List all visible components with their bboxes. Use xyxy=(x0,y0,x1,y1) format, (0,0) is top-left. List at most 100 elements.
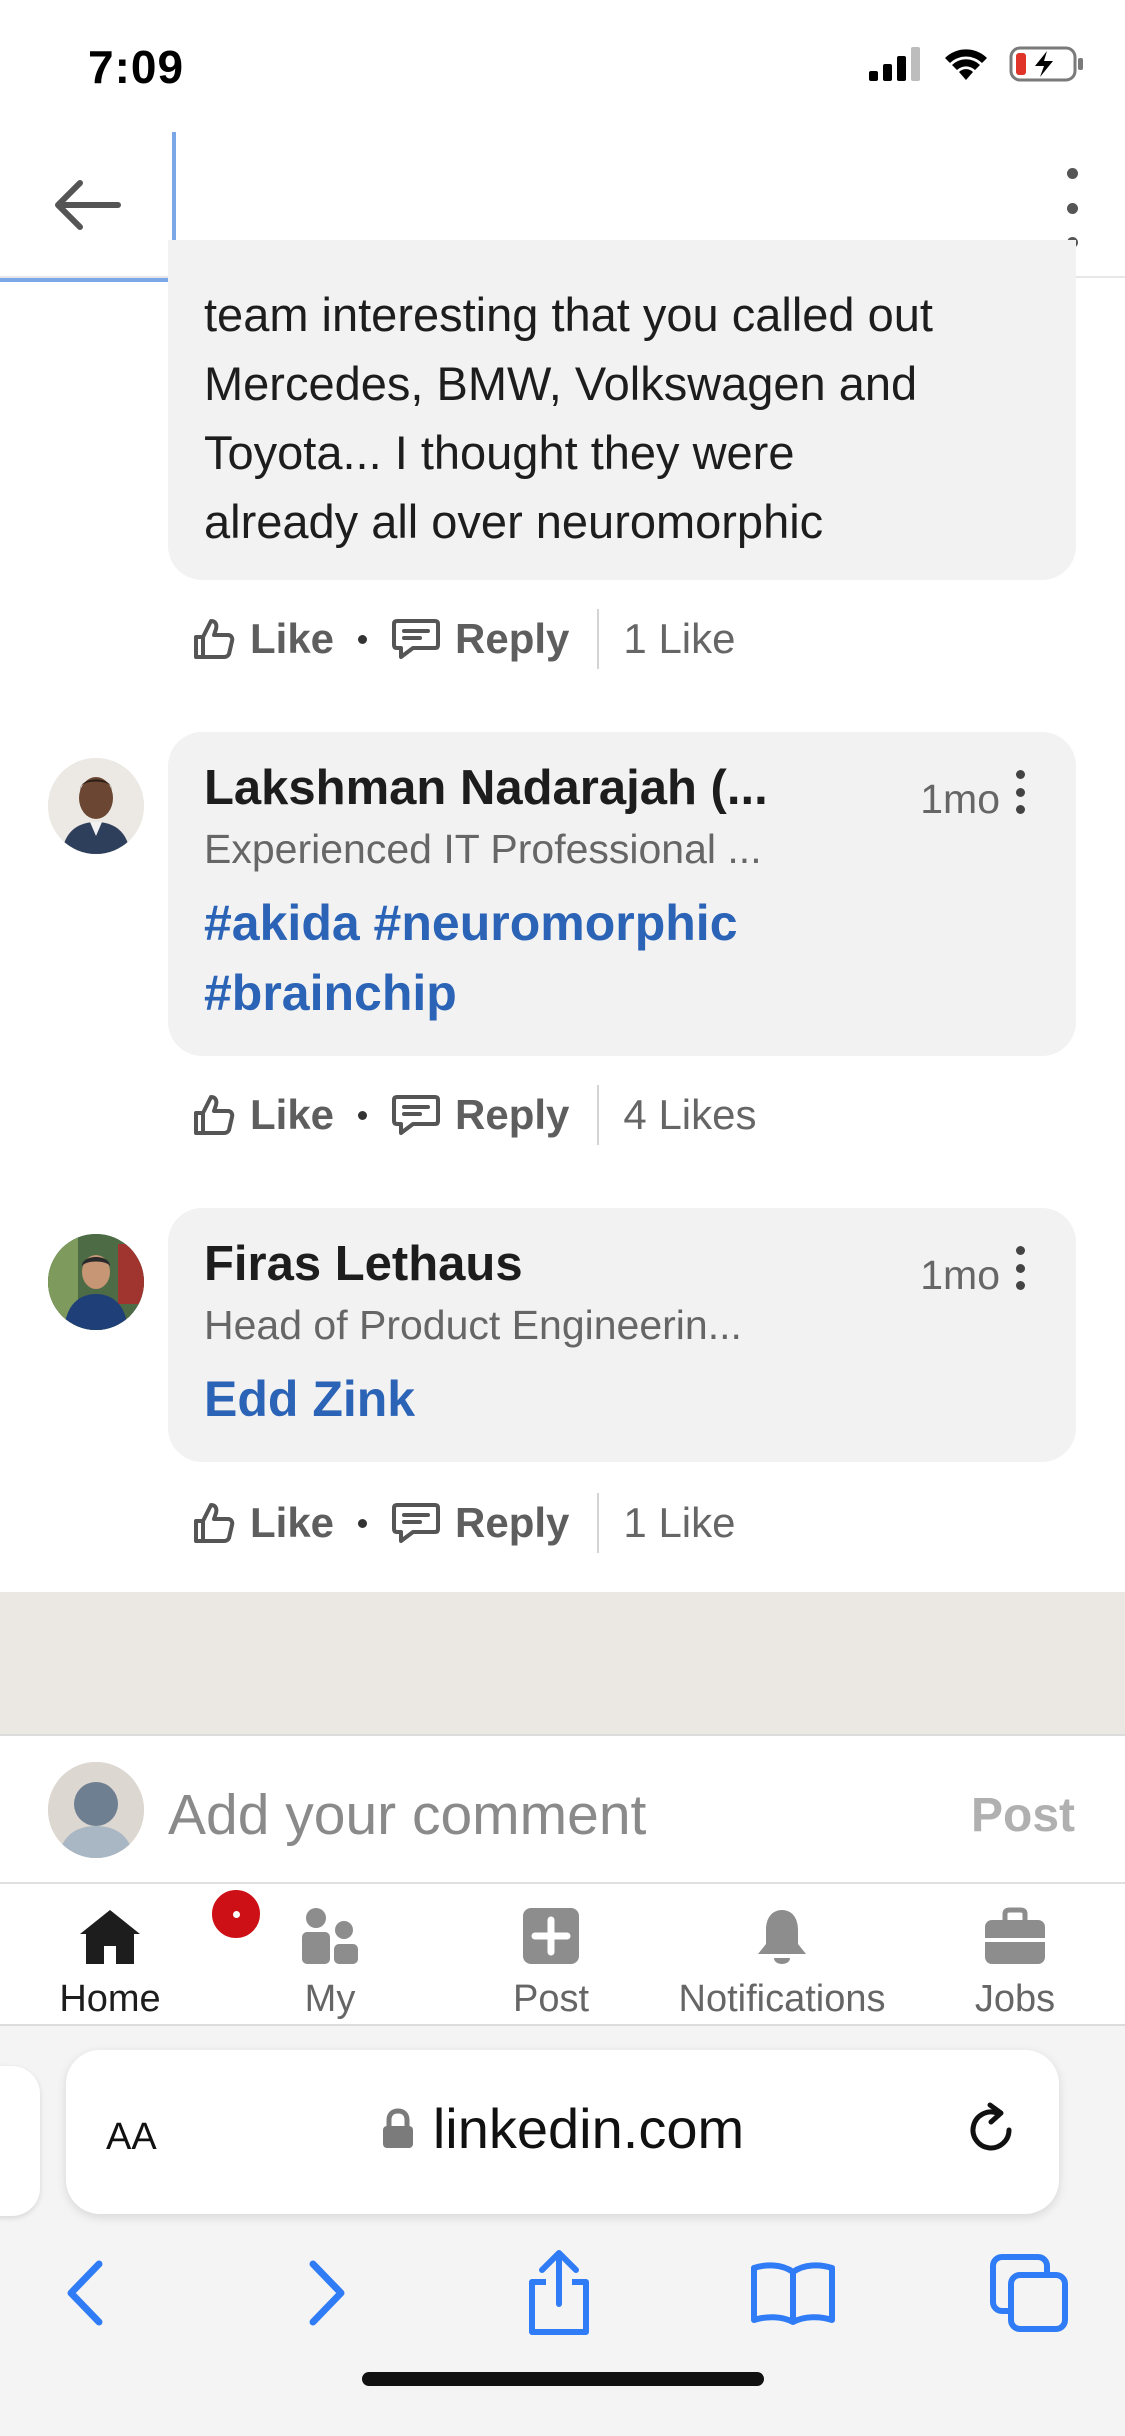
nav-label: Home xyxy=(59,1978,161,2020)
post-plus-icon xyxy=(523,1908,579,1964)
avatar-lakshman[interactable] xyxy=(48,758,144,854)
chevron-left-icon xyxy=(67,2260,103,2326)
mention-link[interactable]: Edd Zink xyxy=(204,1364,415,1434)
divider xyxy=(597,1085,600,1145)
section-divider-band xyxy=(0,1592,1125,1736)
comment-text: team interesting that you called out Mer… xyxy=(204,280,1040,556)
hashtag-line[interactable]: #akida #neuromorphic xyxy=(204,888,738,958)
more-options-button[interactable] xyxy=(1047,168,1097,248)
like-label: Like xyxy=(250,615,335,662)
book-icon xyxy=(751,2262,835,2325)
comment-line: Toyota... I thought they were xyxy=(204,426,795,479)
nav-icon-wrap xyxy=(521,1904,581,1968)
commenter-headline: Experienced IT Professional ... xyxy=(204,826,762,872)
nav-icon-wrap xyxy=(983,1904,1047,1968)
person-photo-icon xyxy=(48,1234,144,1330)
likes-count[interactable]: 1 Like xyxy=(623,1499,735,1547)
comment-bubble: Firas Lethaus 1mo Head of Product Engine… xyxy=(168,1208,1076,1462)
bookmarks-button[interactable] xyxy=(738,2238,848,2348)
commenter-name[interactable]: Firas Lethaus xyxy=(204,1236,523,1292)
nav-icon-wrap xyxy=(298,1904,362,1968)
mention-line[interactable]: Edd Zink xyxy=(204,1364,415,1434)
post-comment-button[interactable]: Post xyxy=(971,1788,1075,1843)
comment-actions: Like Reply 4 Likes xyxy=(192,1080,757,1150)
like-button[interactable]: Like xyxy=(192,1499,334,1547)
comment-line: Mercedes, BMW, Volkswagen and xyxy=(204,357,918,410)
nav-label: Post xyxy=(512,1978,590,2020)
separator-dot xyxy=(358,1518,368,1528)
comment-hashtags[interactable]: #akida #neuromorphic #brainchip xyxy=(204,888,738,1028)
previous-tab-peek[interactable] xyxy=(0,2066,40,2216)
person-photo-icon xyxy=(48,758,144,854)
tabs-icon xyxy=(990,2254,1068,2332)
avatar-firas[interactable] xyxy=(48,1234,144,1330)
likes-count[interactable]: 1 Like xyxy=(623,615,735,663)
comment-input[interactable]: Add your comment xyxy=(168,1782,646,1848)
reply-bubble-icon xyxy=(392,1503,441,1543)
comment-actions: Like Reply 1 Like xyxy=(192,604,736,674)
share-button[interactable] xyxy=(504,2238,614,2348)
like-button[interactable]: Like xyxy=(192,615,334,663)
reply-button[interactable]: Reply xyxy=(391,615,569,663)
share-icon xyxy=(529,2250,589,2335)
back-arrow-icon xyxy=(55,180,121,230)
comment-line: team interesting that you called out xyxy=(204,288,933,341)
reply-button[interactable]: Reply xyxy=(391,1499,569,1547)
comment-more-button[interactable] xyxy=(1014,1246,1026,1290)
add-comment-bar: Add your comment Post xyxy=(0,1736,1125,1884)
comment-time: 1mo xyxy=(920,1252,1000,1298)
dot xyxy=(1015,787,1025,797)
browser-tool-row xyxy=(0,2238,1125,2348)
comment-bubble-partial: team interesting that you called out Mer… xyxy=(168,240,1076,580)
comment-actions: Like Reply 1 Like xyxy=(192,1488,736,1558)
wifi-icon xyxy=(945,49,987,80)
like-label: Like xyxy=(250,1499,335,1546)
home-indicator xyxy=(362,2372,764,2386)
nav-icon-wrap xyxy=(752,1904,812,1968)
dot xyxy=(1015,1263,1025,1273)
url-display[interactable]: linkedin.com xyxy=(66,2096,1059,2161)
reply-bubble-icon xyxy=(392,1095,441,1135)
commenter-headline: Head of Product Engineerin... xyxy=(204,1302,742,1348)
dot xyxy=(1066,202,1078,214)
dot xyxy=(1066,168,1078,179)
linkedin-bottom-nav: Home My Post Notifications Jobs xyxy=(0,1884,1125,2026)
bell-icon xyxy=(758,1910,806,1964)
dot xyxy=(1015,770,1025,779)
likes-count[interactable]: 4 Likes xyxy=(623,1091,756,1139)
back-button[interactable] xyxy=(0,132,176,282)
dot xyxy=(1015,1281,1025,1290)
lock-icon xyxy=(382,2107,413,2148)
url-text: linkedin.com xyxy=(432,2097,745,2160)
comment-more-button[interactable] xyxy=(1014,770,1026,814)
commenter-name[interactable]: Lakshman Nadarajah (... xyxy=(204,760,768,816)
nav-post[interactable]: Post xyxy=(431,1904,671,2021)
chevron-right-icon xyxy=(309,2260,345,2326)
nav-label: Notifications xyxy=(678,1978,886,2020)
status-time: 7:09 xyxy=(88,41,185,93)
reload-icon xyxy=(970,2102,1012,2151)
tabs-button[interactable] xyxy=(974,2238,1084,2348)
address-bar[interactable]: AA linkedin.com xyxy=(66,2050,1059,2214)
reply-button[interactable]: Reply xyxy=(391,1091,569,1139)
cellular-signal-icon xyxy=(869,47,920,81)
like-label: Like xyxy=(250,1091,335,1138)
status-bar: 7:09 xyxy=(0,0,1125,132)
nav-my-network[interactable]: My xyxy=(210,1904,450,2021)
my-avatar xyxy=(48,1762,144,1858)
default-person-icon xyxy=(48,1762,144,1858)
thumbs-up-icon xyxy=(194,1095,235,1135)
hashtag-line[interactable]: #brainchip xyxy=(204,958,738,1028)
reload-button[interactable] xyxy=(963,2102,1019,2163)
reply-label: Reply xyxy=(455,1091,570,1138)
like-button[interactable]: Like xyxy=(192,1091,334,1139)
dot xyxy=(1015,805,1025,814)
comment-time: 1mo xyxy=(920,776,1000,822)
nav-notifications[interactable]: Notifications xyxy=(662,1904,902,2021)
nav-jobs[interactable]: Jobs xyxy=(895,1904,1125,2021)
comment-line: already all over neuromorphic xyxy=(204,495,824,548)
browser-forward-button[interactable] xyxy=(272,2238,382,2348)
browser-back-button[interactable] xyxy=(30,2238,140,2348)
nav-home[interactable]: Home xyxy=(0,1886,264,2021)
home-icon-wrap xyxy=(78,1886,264,1968)
